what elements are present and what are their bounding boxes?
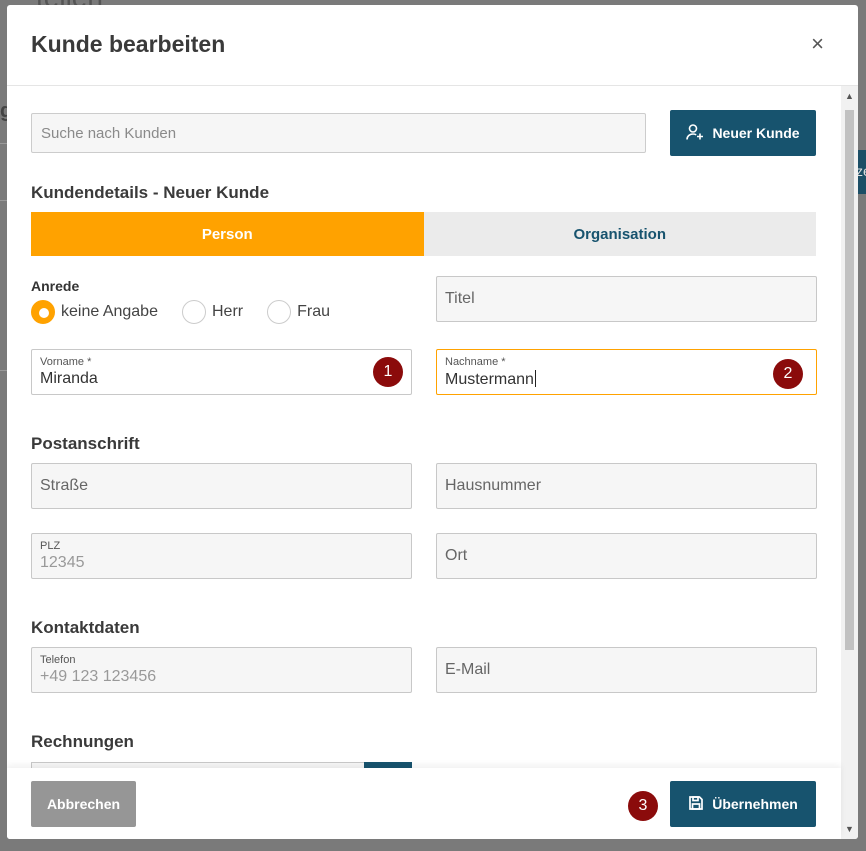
phone-value: +49 123 123456 [40, 668, 157, 685]
step-badge-1: 1 [373, 357, 403, 387]
first-name-label: Vorname * [40, 356, 92, 368]
city-placeholder: Ort [445, 547, 468, 564]
dialog-header: Kunde bearbeiten × [7, 5, 858, 86]
radio-label: keine Angabe [61, 303, 158, 320]
title-placeholder: Titel [445, 290, 475, 307]
user-plus-icon [686, 123, 704, 144]
contact-details-heading: Kontaktdaten [31, 618, 140, 637]
scroll-up-icon[interactable]: ▲ [845, 92, 854, 101]
dialog-footer: Abbrechen 3 Übernehmen [7, 768, 841, 839]
edit-customer-dialog: Kunde bearbeiten × Neuer Kunde Kundendet… [7, 5, 858, 839]
radio-label: Frau [297, 303, 330, 320]
radio-mrs[interactable]: Frau [267, 300, 330, 324]
radio-button[interactable] [181, 300, 206, 324]
email-placeholder: E-Mail [445, 661, 491, 678]
city-field[interactable]: Ort [436, 533, 817, 579]
new-customer-button[interactable]: Neuer Kunde [670, 110, 816, 156]
cancel-button[interactable]: Abbrechen [31, 781, 136, 827]
step-badge-2: 2 [773, 359, 803, 389]
radio-button-checked[interactable] [31, 300, 55, 324]
first-name-value: Miranda [40, 370, 98, 387]
apply-button[interactable]: Übernehmen [670, 781, 816, 827]
radio-mr[interactable]: Herr [181, 300, 244, 324]
save-icon [688, 795, 704, 814]
scrollbar-thumb[interactable] [845, 110, 854, 650]
house-number-placeholder: Hausnummer [445, 477, 542, 494]
dialog-body[interactable]: Neuer Kunde Kundendetails - Neuer Kunde … [7, 86, 858, 768]
phone-label: Telefon [40, 654, 76, 666]
title-field[interactable]: Titel [436, 276, 817, 322]
dialog-title: Kunde bearbeiten [31, 31, 226, 57]
zip-field[interactable]: PLZ 12345 [31, 533, 412, 579]
phone-field[interactable]: Telefon +49 123 123456 [31, 647, 412, 693]
step-badge-3: 3 [628, 791, 658, 821]
last-name-value: Mustermann [445, 371, 534, 388]
dialog-scrollbar[interactable]: ▲ ▼ [841, 86, 858, 839]
zip-value: 12345 [40, 554, 85, 571]
radio-no-information[interactable]: keine Angabe [31, 300, 158, 324]
radio-button[interactable] [267, 300, 292, 324]
salutation-radio-group: keine Angabe Herr Frau [31, 300, 354, 324]
first-name-field[interactable]: Vorname * Miranda [31, 349, 412, 395]
customer-details-heading: Kundendetails - Neuer Kunde [31, 183, 270, 202]
salutation-label: Anrede [31, 278, 80, 294]
new-customer-label: Neuer Kunde [712, 125, 800, 141]
email-field[interactable]: E-Mail [436, 647, 817, 693]
house-number-field[interactable]: Hausnummer [436, 463, 817, 509]
scroll-down-icon[interactable]: ▼ [845, 825, 854, 834]
close-icon[interactable]: × [811, 33, 824, 55]
postal-address-heading: Postanschrift [31, 434, 140, 453]
customer-type-tabs: Person Organisation [31, 212, 816, 256]
customer-search-input[interactable] [31, 113, 646, 153]
last-name-field[interactable]: Nachname * Mustermann [436, 349, 817, 395]
tab-person[interactable]: Person [31, 212, 424, 256]
street-placeholder: Straße [40, 477, 89, 494]
tab-organisation[interactable]: Organisation [423, 212, 816, 256]
text-caret [534, 370, 536, 387]
last-name-input-value: Mustermann [445, 370, 536, 389]
zip-label: PLZ [40, 540, 61, 552]
street-field[interactable]: Straße [31, 463, 412, 509]
radio-label: Herr [211, 303, 244, 320]
last-name-label: Nachname * [445, 356, 506, 368]
invoices-heading: Rechnungen [31, 732, 134, 751]
apply-label: Übernehmen [712, 796, 798, 812]
